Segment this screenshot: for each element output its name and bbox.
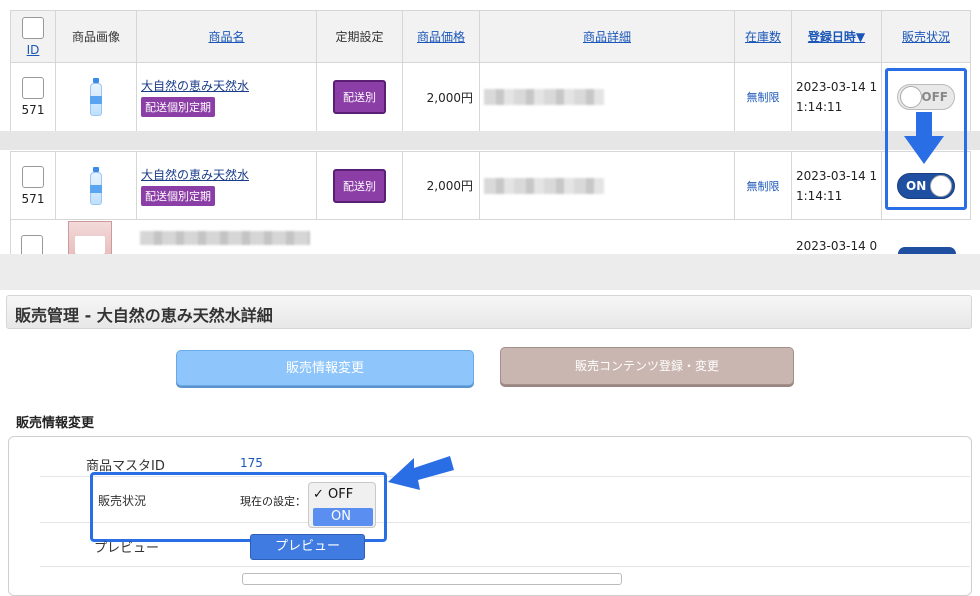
product-name-link[interactable]: 大自然の恵み天然水 [141,77,316,94]
header-status[interactable]: 販売状況 [881,10,971,63]
ship-button[interactable]: 配送別 [333,168,386,203]
product-name-cell: 大自然の恵み天然水配送個別定期 [136,151,317,220]
preview-button[interactable]: プレビュー [250,534,365,560]
blurred-detail [484,177,604,194]
sort-name-link[interactable]: 商品名 [208,30,244,44]
recurring-cell: 配送別 [316,62,403,132]
arrow-down-icon [904,112,944,164]
product-name-cell: 大自然の恵み天然水 配送個別定期 [136,62,317,132]
water-bottle-image [89,78,103,116]
screenshot-separator [0,131,980,150]
stock-value[interactable]: 無制限 [747,180,780,193]
sort-price-link[interactable]: 商品価格 [417,30,465,44]
master-id-value[interactable]: 175 [240,456,263,470]
date-line-1: 2023-03-14 1 [796,168,878,183]
screenshot-separator [0,254,980,290]
partial-date: 2023-03-14 0 [796,239,878,253]
product-table: ID 商品画像 商品名 定期設定 商品価格 商品詳細 在庫数 登録日時▼ 販売状… [10,10,971,220]
sort-stock-link[interactable]: 在庫数 [745,30,781,44]
header-detail[interactable]: 商品詳細 [479,10,735,63]
select-all-checkbox[interactable] [22,16,44,39]
table-header-row: ID 商品画像 商品名 定期設定 商品価格 商品詳細 在庫数 登録日時▼ 販売状… [10,10,971,63]
water-bottle-image [89,166,103,205]
status-toggle-partial[interactable] [898,247,956,254]
page-title: 販売管理 - 大自然の恵み天然水詳細 [6,295,972,329]
stock-value[interactable]: 無制限 [747,91,780,104]
row-checkbox[interactable] [21,235,43,254]
blurred-detail [484,89,604,105]
product-name-link[interactable]: 大自然の恵み天然水 [141,166,316,183]
text-input[interactable] [242,573,622,585]
partial-table-row: 2023-03-14 0 [10,217,970,254]
highlight-box-status [90,472,387,542]
header-price[interactable]: 商品価格 [402,10,480,63]
recurring-tag: 配送個別定期 [141,185,215,206]
detail-cell [479,62,735,132]
stock-cell[interactable]: 無制限 [734,151,792,220]
product-image [55,151,137,220]
header-date[interactable]: 登録日時▼ [791,10,882,63]
arrow-left-icon [388,456,454,490]
date-line-2: 1:14:11 [796,100,843,114]
row-id-cell: 571 [10,62,56,132]
date-cell: 2023-03-14 1 1:14:11 [791,62,882,132]
row-checkbox[interactable] [22,77,44,99]
sort-status-link[interactable]: 販売状況 [902,30,950,44]
product-table-wrap: ID 商品画像 商品名 定期設定 商品価格 商品詳細 在庫数 登録日時▼ 販売状… [10,10,971,220]
recurring-tag: 配送個別定期 [141,97,215,117]
preview-label: プレビュー [94,541,160,556]
sort-detail-link[interactable]: 商品詳細 [583,30,631,44]
header-name[interactable]: 商品名 [136,10,317,63]
blurred-name [140,231,310,245]
date-line-2: 1:14:11 [796,188,843,203]
recurring-cell: 配送別 [316,151,403,220]
header-recurring: 定期設定 [316,10,403,63]
header-stock[interactable]: 在庫数 [734,10,792,63]
row-id: 571 [21,103,45,117]
ship-button[interactable]: 配送別 [333,80,386,114]
row-id: 571 [21,191,45,206]
row-checkbox[interactable] [22,165,44,188]
price-cell: 2,000円 [402,151,480,220]
date-cell: 2023-03-14 1 1:14:11 [791,151,882,220]
row-id-cell: 571 [10,151,56,220]
table-row: 571 大自然の恵み天然水 配送個別定期 配送別 2,000円 無制限 2023-… [10,62,971,132]
price-cell: 2,000円 [402,62,480,132]
table-row: 571 大自然の恵み天然水配送個別定期 配送別 2,000円 無制限 2023-… [10,151,971,220]
divider [40,566,970,567]
tab-sales-info[interactable]: 販売情報変更 [176,350,474,386]
product-image [55,62,137,132]
section-subheading: 販売情報変更 [16,416,95,431]
stock-cell[interactable]: 無制限 [734,62,792,132]
product-bag-image [68,221,112,254]
header-image: 商品画像 [55,10,137,63]
header-id[interactable]: ID [10,10,56,63]
date-line-1: 2023-03-14 1 [796,80,878,94]
detail-cell [479,151,735,220]
tab-sales-content[interactable]: 販売コンテンツ登録・変更 [500,347,794,385]
sort-date-link[interactable]: 登録日時▼ [808,30,865,44]
sort-id-link[interactable]: ID [27,43,40,57]
